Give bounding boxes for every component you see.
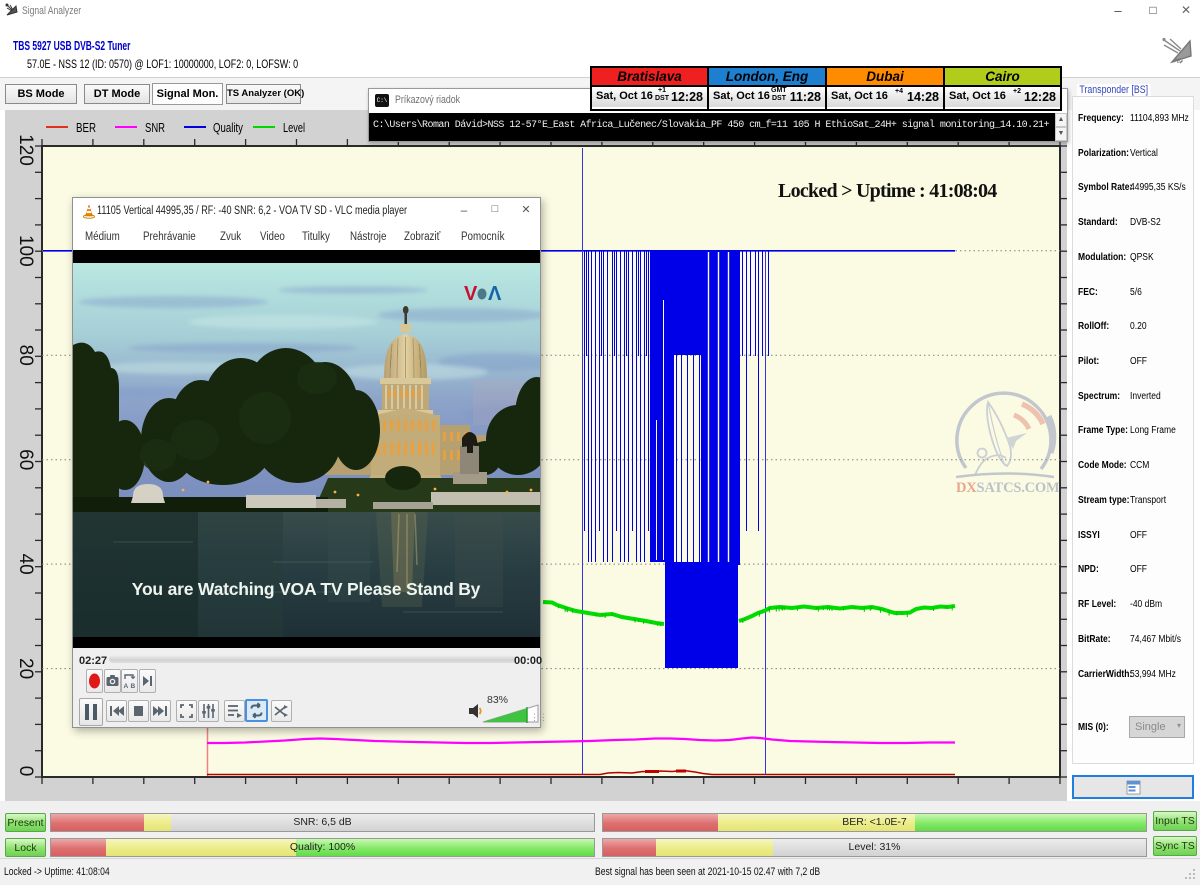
svg-text:DXSATCS.COM: DXSATCS.COM xyxy=(956,480,1060,496)
svg-text:120: 120 xyxy=(15,134,36,166)
svg-text:40: 40 xyxy=(15,554,36,575)
svg-text:20: 20 xyxy=(15,658,36,679)
svg-text:100: 100 xyxy=(15,235,36,267)
svg-text:You are Watching VOA TV Please: You are Watching VOA TV Please Stand By xyxy=(132,579,481,599)
svg-text:Level: Level xyxy=(283,120,305,135)
svg-text:Quality: Quality xyxy=(213,120,243,135)
svg-text:BER: BER xyxy=(76,120,96,135)
svg-text:0: 0 xyxy=(15,766,36,777)
svg-text:A: A xyxy=(124,683,129,690)
svg-text:80: 80 xyxy=(15,345,36,366)
svg-text:60: 60 xyxy=(15,449,36,470)
svg-text:SNR: SNR xyxy=(145,120,165,135)
svg-text:Λ: Λ xyxy=(488,283,502,305)
svg-text:B: B xyxy=(131,683,136,690)
svg-text:V: V xyxy=(464,283,478,305)
